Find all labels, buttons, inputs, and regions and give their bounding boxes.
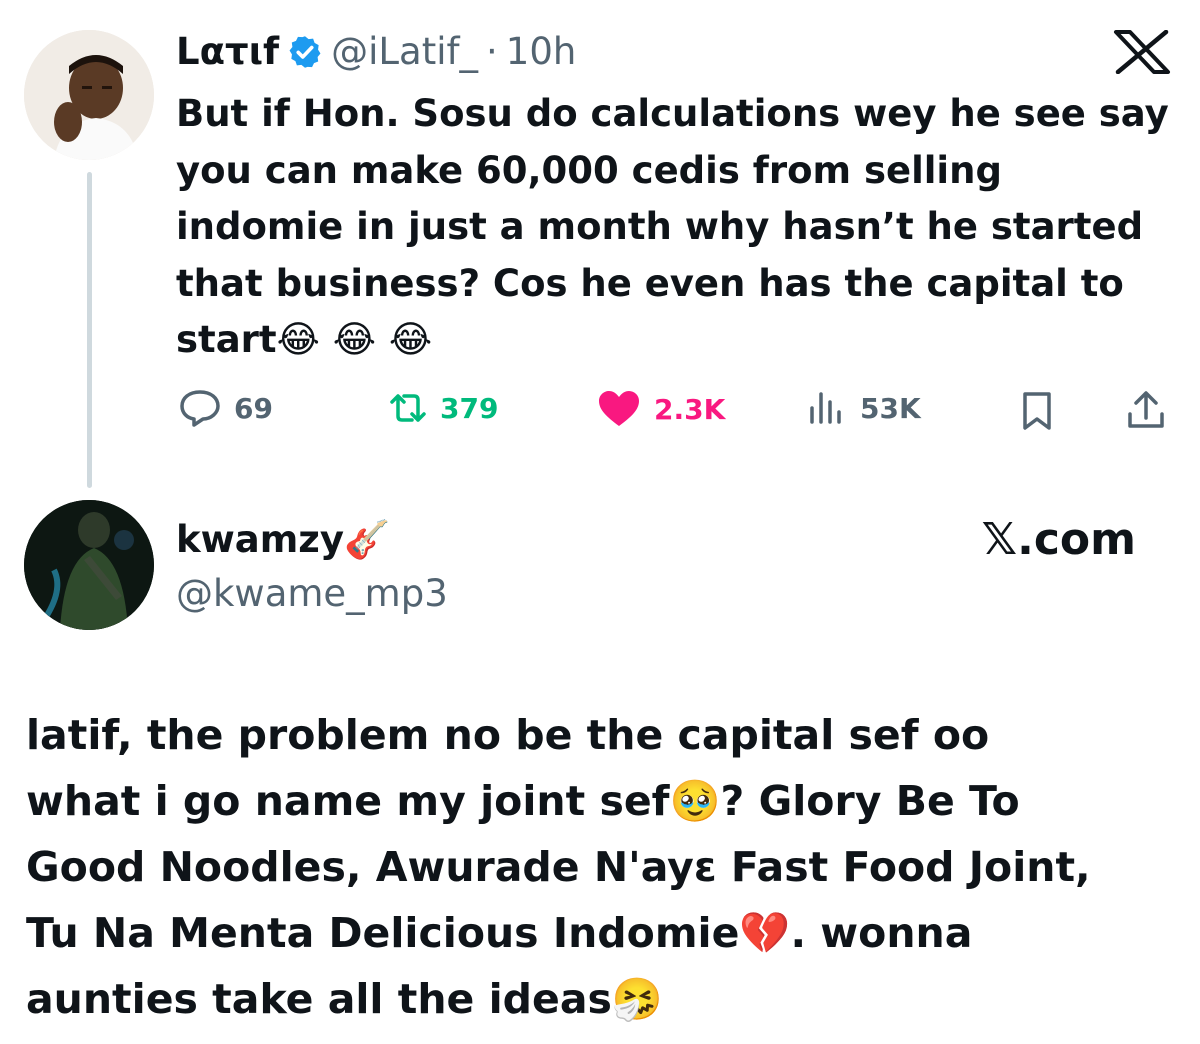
reply-count: 69 — [234, 391, 273, 425]
thread-connector-line — [87, 172, 92, 488]
reply-button[interactable]: 69 — [178, 388, 273, 428]
timestamp[interactable]: 10h — [506, 30, 577, 73]
tweet-line: that business? Cos he even has the capit… — [176, 261, 1124, 305]
tweet-line: But if Hon. Sosu do calculations wey he … — [176, 92, 1169, 135]
reply-line: latif, the problem no be the capital sef… — [26, 711, 990, 759]
reply-line: Good Noodles, Awurade N'ayɛ Fast Food Jo… — [26, 843, 1091, 891]
tweet-text: But if Hon. Sosu do calculations wey he … — [176, 86, 1176, 369]
x-com-brand: 𝕏.com — [981, 514, 1136, 565]
reply-text: latif, the problem no be the capital sef… — [26, 702, 1176, 1032]
views-count: 53K — [860, 391, 921, 425]
avatar-kwamzy-image — [24, 500, 154, 630]
repost-icon — [384, 388, 432, 428]
tweet-line: you can make 60,000 cedis from selling — [176, 148, 1002, 192]
reply-icon — [178, 388, 222, 428]
display-name[interactable]: kwamzy🎸 — [176, 514, 448, 566]
separator: · — [486, 30, 498, 73]
repost-count: 379 — [440, 391, 499, 425]
reply-line: what i go name my joint sef🥹? Glory Be T… — [26, 777, 1020, 825]
reply-line: Tu Na Menta Delicious Indomie💔. wonna — [26, 909, 973, 957]
like-button[interactable]: 2.3K — [596, 388, 725, 430]
views-icon — [806, 388, 850, 428]
tweet-line: start😂 😂 😂 — [176, 318, 433, 361]
views-button[interactable]: 53K — [806, 388, 921, 428]
avatar[interactable] — [24, 30, 154, 160]
reply-author: kwamzy🎸 @kwame_mp3 — [176, 514, 448, 622]
display-name[interactable]: Lατιf — [176, 30, 279, 73]
reply-line: aunties take all the ideas🤧 — [26, 975, 663, 1023]
like-icon — [596, 388, 642, 430]
verified-badge-icon — [287, 34, 323, 70]
x-logo-icon[interactable] — [1112, 29, 1172, 78]
avatar-latif-image — [24, 30, 154, 160]
bookmark-icon[interactable] — [1016, 390, 1058, 436]
avatar[interactable] — [24, 500, 154, 630]
tweet-header: Lατιf @iLatif_ · 10h — [176, 30, 576, 73]
like-count: 2.3K — [654, 392, 726, 426]
handle[interactable]: @kwame_mp3 — [176, 566, 448, 622]
tweet-line: indomie in just a month why hasn’t he st… — [176, 205, 1144, 248]
handle[interactable]: @iLatif_ — [331, 30, 478, 73]
share-icon[interactable] — [1124, 388, 1168, 436]
repost-button[interactable]: 379 — [384, 388, 498, 428]
